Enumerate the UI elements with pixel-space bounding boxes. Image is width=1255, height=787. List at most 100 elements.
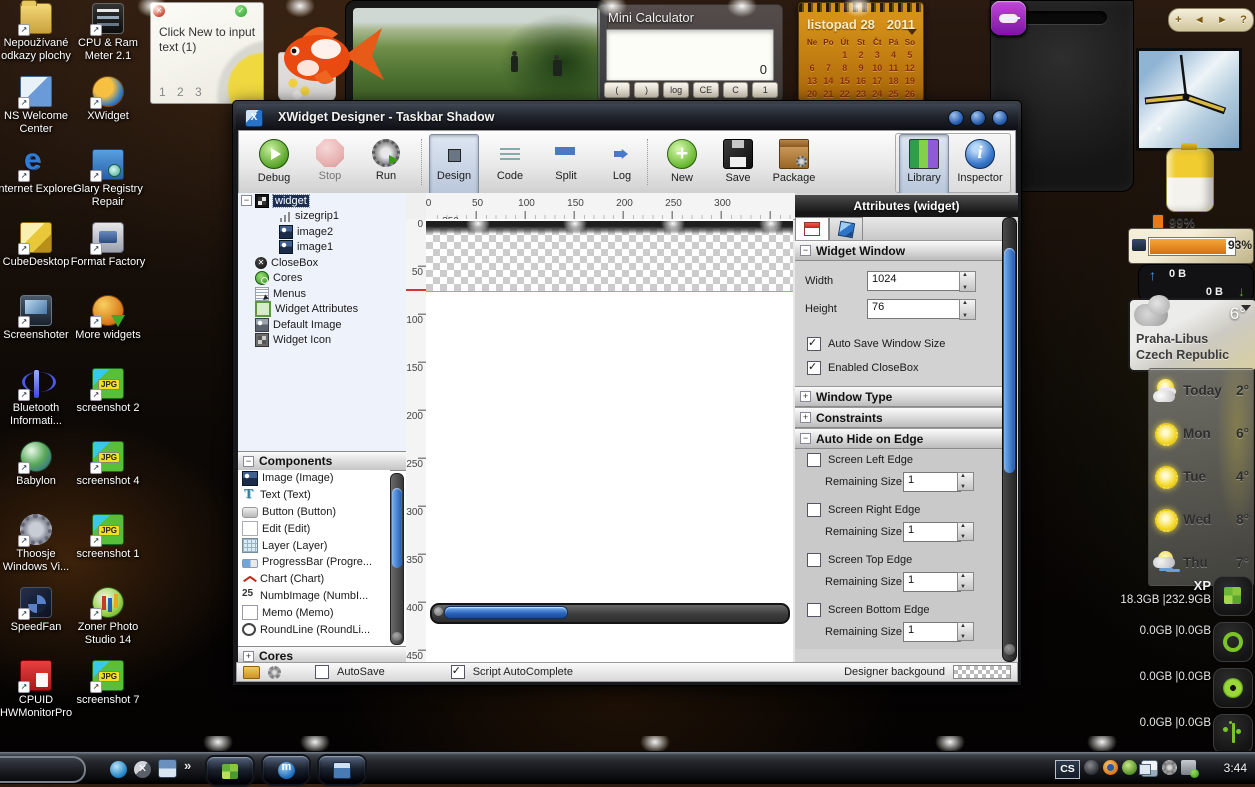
component-item[interactable]: Edit (Edit) — [238, 520, 390, 537]
calendar-day[interactable] — [804, 49, 820, 62]
collapse-icon[interactable]: − — [243, 456, 254, 467]
width-input[interactable]: 1024 — [867, 271, 963, 291]
desktop-icon[interactable]: ↗ More widgets — [66, 294, 150, 367]
quick-launch-icon[interactable] — [134, 761, 151, 778]
calculator-button[interactable]: CE — [693, 82, 719, 98]
tree-item[interactable]: Menus — [238, 286, 406, 302]
tree-item[interactable]: Widget Icon — [238, 333, 406, 349]
tree-expand-icon[interactable]: − — [241, 195, 252, 206]
calendar-day[interactable]: 1 — [837, 49, 853, 62]
calendar-day[interactable]: 10 — [869, 62, 885, 75]
collapsible-section[interactable]: − Auto Hide on Edge — [795, 428, 1002, 449]
tree-item[interactable]: CloseBox — [238, 255, 406, 271]
autocomplete-checkbox[interactable] — [451, 665, 465, 679]
collapse-icon[interactable]: − — [800, 245, 811, 256]
remaining-size-input[interactable]: 1 — [903, 622, 961, 642]
component-item[interactable]: Layer (Layer) — [238, 537, 390, 554]
checkbox[interactable] — [807, 361, 821, 375]
toolbar-button[interactable]: Stop — [305, 134, 355, 196]
height-input[interactable]: 76 — [867, 299, 963, 319]
component-item[interactable]: NumbImage (NumbI... — [238, 588, 390, 605]
component-item[interactable]: RoundLine (RoundLi... — [238, 621, 390, 638]
nav-button[interactable]: ► — [1217, 14, 1228, 26]
design-canvas[interactable] — [426, 219, 793, 664]
tree-item[interactable]: − widget — [238, 193, 406, 209]
quick-launch-icon[interactable] — [110, 761, 127, 778]
calendar-day[interactable]: 13 — [804, 75, 820, 88]
notes-pager[interactable]: 1 2 3 — [159, 85, 206, 99]
notes-widget[interactable]: ✕ ✓ Click New to input text (1) 1 2 3 — [150, 2, 264, 104]
section-widget-window[interactable]: − Widget Window — [795, 240, 1002, 261]
remaining-size-input[interactable]: 1 — [903, 472, 961, 492]
toolbar-button[interactable]: New — [657, 134, 707, 196]
weather-forecast-widget[interactable]: Today 2° Mon 6° Tue 4° Wed 8° Thu 7° — [1148, 368, 1254, 586]
tree-item[interactable]: image1 — [238, 240, 406, 256]
remaining-size-spinner[interactable] — [957, 622, 974, 641]
desktop-icon[interactable]: ↗ screenshot 7 — [66, 659, 150, 732]
desktop-icon[interactable]: ↗ CPU & Ram Meter 2.1 — [66, 2, 150, 75]
usb-meter-widget[interactable]: 93% — [1128, 228, 1254, 264]
toolbar-button[interactable]: Package — [769, 134, 819, 196]
calendar-day[interactable]: 19 — [902, 75, 918, 88]
calendar-day[interactable]: 2 — [853, 49, 869, 62]
maximize-button[interactable] — [970, 110, 986, 126]
calendar-day[interactable]: 3 — [869, 49, 885, 62]
remaining-size-spinner[interactable] — [957, 572, 974, 591]
background-swatch-button[interactable] — [953, 665, 1011, 679]
tree-item[interactable]: sizegrip1 — [238, 209, 406, 225]
calendar-day[interactable]: 16 — [853, 75, 869, 88]
desktop-icon[interactable]: ↗ screenshot 2 — [66, 367, 150, 440]
calendar-day[interactable]: 15 — [837, 75, 853, 88]
canvas-horizontal-scrollbar[interactable] — [430, 603, 790, 624]
quick-launch-icon[interactable] — [158, 759, 177, 778]
scrollbar-thumb[interactable] — [444, 606, 568, 619]
expand-icon[interactable]: + — [800, 412, 811, 423]
calendar-day[interactable]: 5 — [902, 49, 918, 62]
folder-icon[interactable] — [243, 666, 260, 679]
toolbar-button[interactable]: Debug — [249, 134, 299, 196]
calendar-day[interactable]: 8 — [837, 62, 853, 75]
component-item[interactable]: Button (Button) — [238, 504, 390, 521]
tab-window[interactable] — [795, 217, 829, 240]
checkbox[interactable] — [807, 503, 821, 517]
desktop-icon[interactable]: ↗ Glary Registry Repair — [66, 148, 150, 221]
calculator-button[interactable]: log — [663, 82, 689, 98]
scrollbar-thumb[interactable] — [1004, 248, 1015, 473]
start-button[interactable] — [0, 756, 86, 783]
drive-row[interactable]: 0.0GB |0.0GB — [1100, 668, 1255, 714]
checkbox[interactable] — [807, 553, 821, 567]
expand-icon[interactable]: + — [243, 651, 254, 662]
height-spinner[interactable] — [959, 299, 976, 320]
toolbar-button[interactable]: Design — [429, 134, 479, 196]
calendar-day[interactable] — [820, 49, 836, 62]
navigation-widget[interactable]: +◄►? — [1168, 8, 1254, 32]
toolbar-button[interactable]: Inspector — [955, 134, 1005, 196]
calendar-day[interactable]: 4 — [885, 49, 901, 62]
taskbar-app-button[interactable] — [205, 755, 255, 787]
tray-icon[interactable] — [1122, 760, 1137, 775]
attributes-scrollbar[interactable] — [1002, 217, 1017, 662]
clock-widget[interactable] — [1136, 48, 1242, 151]
remaining-size-input[interactable]: 1 — [903, 522, 961, 542]
toolbar-button[interactable]: Library — [899, 134, 949, 196]
tree-item[interactable]: Widget Attributes — [238, 302, 406, 318]
check-icon[interactable]: ✓ — [235, 5, 247, 17]
calendar-day[interactable]: 18 — [885, 75, 901, 88]
toolbar-overflow-chevron[interactable]: » — [184, 758, 191, 773]
scrollbar-thumb[interactable] — [392, 488, 402, 568]
component-item[interactable]: Text (Text) — [238, 487, 390, 504]
tray-icon[interactable] — [1103, 760, 1118, 775]
components-header[interactable]: − Components — [238, 451, 406, 471]
component-item[interactable]: Memo (Memo) — [238, 604, 390, 621]
component-item[interactable]: Chart (Chart) — [238, 571, 390, 588]
calendar-day[interactable]: 17 — [869, 75, 885, 88]
calendar-day[interactable]: 9 — [853, 62, 869, 75]
weather-current-widget[interactable]: 6° Praha-Libus Czech Republic — [1128, 298, 1255, 372]
toolbar-button[interactable]: Save — [713, 134, 763, 196]
drive-row[interactable]: XP 18.3GB |232.9GB — [1100, 576, 1255, 622]
desktop-icon[interactable]: ↗ Zoner Photo Studio 14 — [66, 586, 150, 659]
drive-row[interactable]: 0.0GB |0.0GB — [1100, 622, 1255, 668]
tray-icon[interactable] — [1141, 760, 1158, 777]
desktop-icon[interactable]: ↗ Format Factory — [66, 221, 150, 294]
tab-object[interactable] — [829, 217, 863, 240]
